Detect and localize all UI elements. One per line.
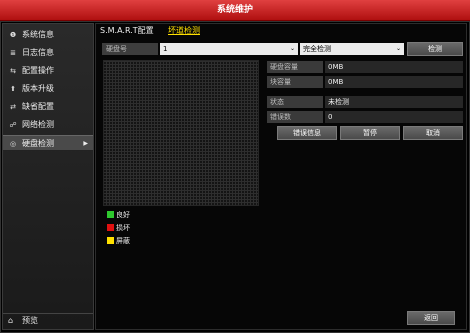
pause-button[interactable]: 暂停 (340, 126, 400, 140)
disk-number-value: 1 (163, 45, 168, 53)
config-icon: ⇆ (10, 67, 16, 75)
status-label: 状态 (267, 96, 323, 108)
chevron-right-icon: ▶ (83, 140, 88, 147)
status-value: 未检测 (325, 96, 463, 108)
sidebar-item-label: 日志信息 (22, 48, 54, 57)
cancel-button[interactable]: 取消 (403, 126, 463, 140)
legend-damaged: 损坏 (107, 224, 130, 233)
window-title: 系统维护 (0, 0, 470, 21)
sidebar: ❶ 系统信息 ≣ 日志信息 ⇆ 配置操作 ⬆ 版本升级 ⇄ 缺省配置 ☍ 网络检测 ◎ 硬盘检… (2, 23, 94, 330)
chevron-down-icon: ⌄ (395, 45, 401, 52)
sidebar-item-label: 系统信息 (22, 30, 54, 39)
network-icon: ☍ (9, 121, 17, 129)
errors-row: 错误数 0 (267, 111, 463, 123)
block-row: 块容量 0MB (267, 76, 463, 88)
sidebar-item-label: 配置操作 (22, 66, 54, 75)
sidebar-item-config-ops[interactable]: ⇆ 配置操作 (3, 63, 93, 79)
capacity-row: 硬盘容量 0MB (267, 61, 463, 73)
check-mode-value: 完全检测 (303, 45, 331, 53)
home-icon: ⌂ (8, 316, 14, 325)
status-row: 状态 未检测 (267, 96, 463, 108)
errors-value: 0 (325, 111, 463, 123)
back-button[interactable]: 返回 (407, 311, 455, 325)
legend-good: 良好 (107, 211, 130, 220)
tab-bad-sector-check[interactable]: 坏道检测 (168, 25, 200, 36)
capacity-label: 硬盘容量 (267, 61, 323, 73)
upgrade-icon: ⬆ (10, 85, 16, 93)
sidebar-item-label: 缺省配置 (22, 102, 54, 111)
preview-button[interactable]: ⌂ 预览 (3, 313, 93, 327)
legend-swatch-green (107, 211, 114, 218)
preview-label: 预览 (22, 316, 38, 325)
legend-damaged-label: 损坏 (116, 224, 130, 232)
chevron-down-icon: ⌄ (289, 45, 295, 52)
legend-swatch-red (107, 224, 114, 231)
legend-good-label: 良好 (116, 211, 130, 219)
sidebar-item-label: 硬盘检测 (22, 139, 54, 148)
tab-smart-config[interactable]: S.M.A.R.T配置 (100, 25, 154, 36)
log-icon: ≣ (10, 49, 16, 57)
sidebar-item-network-check[interactable]: ☍ 网络检测 (3, 117, 93, 133)
detect-button[interactable]: 检测 (407, 42, 463, 56)
reset-icon: ⇄ (10, 103, 16, 111)
sidebar-item-disk-check[interactable]: ◎ 硬盘检测 ▶ (3, 135, 93, 151)
disk-number-select[interactable]: 1 ⌄ (160, 43, 298, 55)
sidebar-item-label: 版本升级 (22, 84, 54, 93)
sector-map (103, 60, 259, 206)
block-label: 块容量 (267, 76, 323, 88)
block-value: 0MB (325, 76, 463, 88)
error-info-button[interactable]: 错误信息 (277, 126, 337, 140)
legend-masked: 屏蔽 (107, 237, 130, 246)
check-mode-select[interactable]: 完全检测 ⌄ (300, 43, 404, 55)
sidebar-item-log-info[interactable]: ≣ 日志信息 (3, 45, 93, 61)
info-icon: ❶ (9, 31, 17, 39)
sidebar-item-upgrade[interactable]: ⬆ 版本升级 (3, 81, 93, 97)
legend-swatch-yellow (107, 237, 114, 244)
disk-icon: ◎ (9, 140, 17, 148)
errors-label: 错误数 (267, 111, 323, 123)
sidebar-item-default-config[interactable]: ⇄ 缺省配置 (3, 99, 93, 115)
sidebar-item-label: 网络检测 (22, 120, 54, 129)
legend-masked-label: 屏蔽 (116, 237, 130, 245)
capacity-value: 0MB (325, 61, 463, 73)
sidebar-item-system-info[interactable]: ❶ 系统信息 (3, 27, 93, 43)
disk-number-label: 硬盘号 (102, 43, 158, 55)
main-panel: S.M.A.R.T配置 坏道检测 硬盘号 1 ⌄ 完全检测 ⌄ 检测 硬盘容量 … (95, 23, 467, 330)
